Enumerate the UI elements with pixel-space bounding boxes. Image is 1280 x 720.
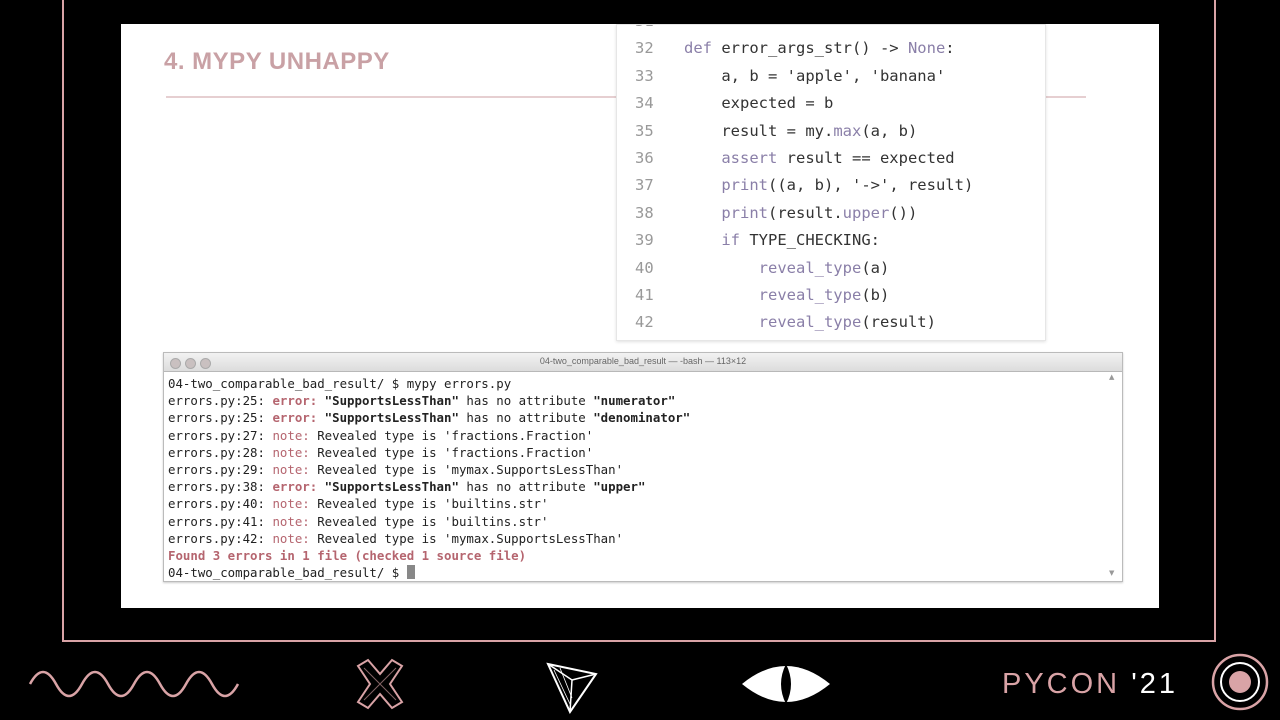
terminal-line: errors.py:38: error: "SupportsLessThan" …: [168, 479, 646, 495]
line-number: 37: [635, 176, 654, 195]
terminal-line: errors.py:41: note: Revealed type is 'bu…: [168, 513, 549, 529]
code-text: reveal_type(result): [758, 313, 936, 332]
pycon-year: '21: [1131, 668, 1178, 700]
cross-icon: [356, 658, 404, 710]
line-number: 34: [635, 94, 654, 113]
code-line: 31: [617, 25, 1045, 39]
terminal-window: 04-two_comparable_bad_result — -bash — 1…: [163, 352, 1123, 582]
terminal-prompt-command: 04-two_comparable_bad_result/ $ mypy err…: [168, 376, 512, 391]
terminal-final-prompt[interactable]: 04-two_comparable_bad_result/ $: [168, 564, 1108, 581]
code-line: 35 result = my.max(a, b): [617, 122, 1045, 149]
terminal-line: errors.py:25: error: "SupportsLessThan" …: [168, 393, 676, 409]
line-number: 42: [635, 313, 654, 332]
line-number: 35: [635, 121, 654, 140]
line-number: 36: [635, 149, 654, 167]
code-line: 36 assert result == expected: [617, 149, 1045, 176]
terminal-output[interactable]: 04-two_comparable_bad_result/ $ mypy err…: [168, 375, 1108, 581]
code-line: 42 reveal_type(result): [617, 313, 1045, 340]
slide-title: 4. MYPY UNHAPPY: [164, 48, 390, 75]
code-line: 34 expected = b: [617, 94, 1045, 121]
line-number: 40: [635, 258, 654, 277]
terminal-line: errors.py:27: note: Revealed type is 'fr…: [168, 427, 594, 443]
line-number: 38: [635, 203, 654, 222]
terminal-summary: Found 3 errors in 1 file (checked 1 sour…: [168, 547, 527, 563]
code-text: if TYPE_CHECKING:: [721, 231, 880, 250]
code-line: 37 print((a, b), '->', result): [617, 176, 1045, 203]
prism-icon: [546, 662, 598, 714]
code-text: print((a, b), '->', result): [721, 176, 974, 195]
code-text: assert result == expected: [721, 149, 955, 167]
wave-icon: [28, 670, 240, 698]
terminal-line: errors.py:42: note: Revealed type is 'my…: [168, 530, 624, 546]
code-line: 33 a, b = 'apple', 'banana': [617, 67, 1045, 94]
code-line: 32 def error_args_str() -> None:: [617, 39, 1045, 66]
eye-icon: [742, 664, 830, 704]
code-text: print(result.upper()): [721, 203, 918, 222]
scroll-down-icon[interactable]: ▼: [1109, 569, 1116, 577]
terminal-line: errors.py:29: note: Revealed type is 'my…: [168, 461, 624, 477]
code-line: 40 reveal_type(a): [617, 259, 1045, 286]
code-text: reveal_type(b): [758, 286, 890, 304]
pycon-brand: PYCON '21: [1002, 668, 1178, 701]
code-editor-panel: 31 32 def error_args_str() -> None: 33 a, b…: [616, 24, 1046, 341]
line-number: 33: [635, 66, 654, 85]
code-text: expected = b: [684, 94, 834, 113]
code-line: 38 print(result.upper()): [617, 204, 1045, 231]
code-line: 39 if TYPE_CHECKING:: [617, 231, 1045, 258]
line-number: 32: [635, 39, 654, 58]
scroll-up-icon[interactable]: ▲: [1109, 373, 1116, 381]
code-text: result = my.max(a, b): [684, 121, 918, 140]
code-text: def error_args_str() -> None:: [684, 39, 955, 58]
terminal-cursor: [406, 565, 415, 580]
line-number: 41: [635, 286, 654, 304]
terminal-line: errors.py:28: note: Revealed type is 'fr…: [168, 444, 594, 460]
code-text: reveal_type(a): [758, 258, 890, 277]
pycon-label: PYCON: [1002, 668, 1121, 700]
code-text: a, b = 'apple', 'banana': [684, 66, 946, 85]
circle-logo-icon: [1211, 653, 1269, 711]
terminal-line: errors.py:25: error: "SupportsLessThan" …: [168, 410, 691, 426]
terminal-titlebar: 04-two_comparable_bad_result — -bash — 1…: [164, 353, 1122, 372]
code-line: 41 reveal_type(b): [617, 286, 1045, 313]
terminal-title: 04-two_comparable_bad_result — -bash — 1…: [539, 356, 747, 366]
terminal-line: errors.py:40: note: Revealed type is 'bu…: [168, 496, 549, 512]
line-number: 39: [635, 231, 654, 250]
line-number: 31: [635, 25, 675, 30]
